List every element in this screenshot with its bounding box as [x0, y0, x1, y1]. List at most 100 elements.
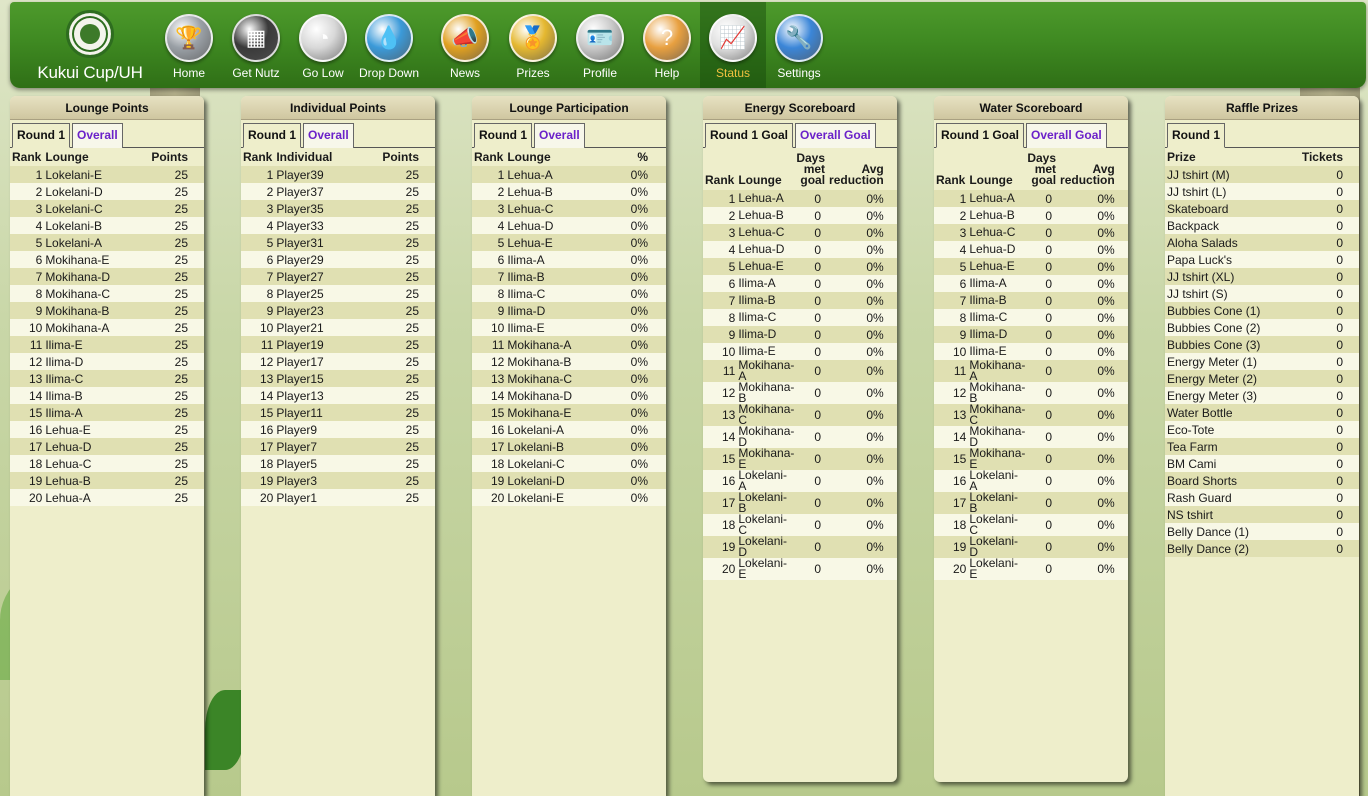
points-cell: 25: [132, 200, 204, 217]
rank-cell: 13: [10, 370, 44, 387]
avg-reduction-cell: 0%: [1058, 190, 1128, 207]
prize-cell: Board Shorts: [1165, 472, 1286, 489]
tab-round-1-goal[interactable]: Round 1 Goal: [705, 123, 793, 148]
percent-cell: 0%: [609, 353, 666, 370]
avg-reduction-cell: 0%: [827, 382, 897, 404]
name-cell: Lokelani-C: [43, 200, 133, 217]
days-met-goal-cell: 0: [1025, 292, 1059, 309]
table-row: Bubbies Cone (3) 0: [1165, 336, 1359, 353]
energy-scoreboard-panel: Energy Scoreboard Round 1 Goal Overall G…: [703, 96, 897, 782]
points-cell: 25: [358, 438, 435, 455]
rank-cell: 14: [703, 426, 737, 448]
avg-reduction-cell: 0%: [827, 275, 897, 292]
nav-prizes[interactable]: 🏅 Prizes: [500, 2, 566, 88]
col-lounge: Lounge: [45, 150, 89, 164]
points-cell: 25: [358, 489, 435, 506]
rank-cell: 10: [934, 343, 968, 360]
percent-cell: 0%: [609, 319, 666, 336]
nav-profile[interactable]: 🪪 Profile: [567, 2, 633, 88]
points-cell: 25: [358, 200, 435, 217]
name-cell: Lokelani-B: [967, 491, 1026, 514]
percent-cell: 0%: [609, 234, 666, 251]
name-cell: Player31: [274, 234, 359, 251]
table-row: Bubbies Cone (1) 0: [1165, 302, 1359, 319]
rank-cell: 4: [703, 241, 737, 258]
nav-drop-down[interactable]: 💧 Drop Down: [356, 2, 422, 88]
tab-round-1[interactable]: Round 1: [474, 123, 532, 148]
percent-cell: 0%: [609, 336, 666, 353]
name-cell: Player39: [274, 166, 359, 183]
avg-reduction-cell: 0%: [827, 448, 897, 470]
tab-overall[interactable]: Overall: [534, 123, 585, 148]
rank-cell: 14: [472, 387, 506, 404]
avg-reduction-cell: 0%: [1058, 292, 1128, 309]
col-rank: Rank: [474, 150, 504, 164]
table-row: 4 Lehua-D 0 0%: [934, 241, 1128, 258]
table-row: Board Shorts 0: [1165, 472, 1359, 489]
avg-reduction-cell: 0%: [1058, 258, 1128, 275]
rank-cell: 17: [703, 492, 737, 514]
tab-overall-goal[interactable]: Overall Goal: [795, 123, 876, 148]
tickets-cell: 0: [1285, 183, 1359, 200]
prize-cell: Energy Meter (2): [1165, 370, 1286, 387]
tab-round-1[interactable]: Round 1: [243, 123, 301, 148]
table-row: 20 Lokelani-E 0 0%: [934, 557, 1128, 580]
nav-go-low[interactable]: ◔ Go Low: [290, 2, 356, 88]
rank-cell: 3: [703, 224, 737, 241]
days-met-goal-cell: 0: [794, 404, 828, 426]
table-row: Tea Farm 0: [1165, 438, 1359, 455]
avg-reduction-cell: 0%: [1058, 241, 1128, 258]
avg-reduction-cell: 0%: [1058, 536, 1128, 558]
percent-cell: 0%: [609, 472, 666, 489]
tab-overall-goal[interactable]: Overall Goal: [1026, 123, 1107, 148]
name-cell: Mokihana-C: [736, 402, 795, 427]
table-row: 18 Player5 25: [241, 455, 435, 472]
rank-cell: 3: [472, 200, 506, 217]
days-met-goal-cell: 0: [1025, 207, 1059, 224]
scoreboard-icon: ▦: [232, 14, 280, 62]
tab-round-1[interactable]: Round 1: [1167, 123, 1225, 148]
points-cell: 25: [132, 251, 204, 268]
tab-overall[interactable]: Overall: [303, 123, 354, 148]
table-row: 1 Lehua-A 0%: [472, 166, 666, 183]
nav-home[interactable]: 🏆 Home: [156, 2, 222, 88]
medal-icon: 🏅: [509, 14, 557, 62]
table-row: 15 Mokihana-E 0%: [472, 404, 666, 421]
table-row: 16 Lokelani-A 0 0%: [703, 469, 897, 492]
nav-label: Get Nutz: [232, 66, 280, 80]
nav-get-nutz[interactable]: ▦ Get Nutz: [223, 2, 289, 88]
table-row: 1 Lokelani-E 25: [10, 166, 204, 183]
table-row: Aloha Salads 0: [1165, 234, 1359, 251]
days-met-goal-cell: 0: [1025, 258, 1059, 275]
nav-label: Profile: [582, 66, 617, 80]
table-row: 5 Lehua-E 0%: [472, 234, 666, 251]
days-met-goal-cell: 0: [1025, 326, 1059, 343]
days-met-goal-cell: 0: [794, 536, 828, 558]
name-cell: Ilima-B: [967, 292, 1026, 309]
brand-logo[interactable]: Kukui Cup/UH: [20, 8, 160, 84]
points-cell: 25: [358, 217, 435, 234]
tickets-cell: 0: [1285, 489, 1359, 506]
nav-status[interactable]: 📈 Status: [700, 2, 766, 88]
nav-settings[interactable]: 🔧 Settings: [766, 2, 832, 88]
rank-cell: 15: [10, 404, 44, 421]
nav-help[interactable]: ? Help: [634, 2, 700, 88]
tab-round-1[interactable]: Round 1: [12, 123, 70, 148]
table-row: 19 Player3 25: [241, 472, 435, 489]
table-row: 12 Mokihana-B 0 0%: [934, 381, 1128, 404]
avg-reduction-cell: 0%: [1058, 558, 1128, 580]
name-cell: Lehua-C: [505, 200, 610, 217]
days-met-goal-cell: 0: [794, 224, 828, 241]
days-met-goal-cell: 0: [794, 309, 828, 326]
name-cell: Lokelani-E: [505, 489, 610, 506]
days-met-goal-cell: 0: [1025, 448, 1059, 470]
prize-cell: BM Cami: [1165, 455, 1286, 472]
table-row: 11 Ilima-E 25: [10, 336, 204, 353]
days-met-goal-cell: 0: [1025, 241, 1059, 258]
tab-round-1-goal[interactable]: Round 1 Goal: [936, 123, 1024, 148]
rank-cell: 11: [703, 360, 737, 382]
tab-overall[interactable]: Overall: [72, 123, 123, 148]
nav-news[interactable]: 📣 News: [432, 2, 498, 88]
name-cell: Lokelani-B: [43, 217, 133, 234]
tickets-cell: 0: [1285, 217, 1359, 234]
